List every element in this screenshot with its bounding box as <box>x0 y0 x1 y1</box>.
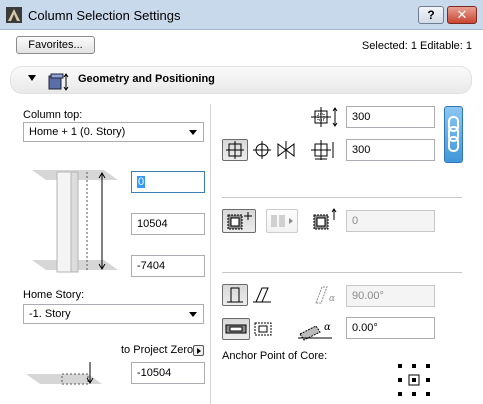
separator <box>222 272 462 273</box>
project-zero-diagram <box>26 362 102 385</box>
chevron-down-icon <box>189 130 197 135</box>
bottom-offset-input[interactable]: -7404 <box>131 255 205 277</box>
close-button[interactable]: ✕ <box>447 6 477 24</box>
veneer-thickness-icon <box>313 208 337 230</box>
veneer-core-icon <box>227 212 252 230</box>
width-dimension-icon <box>311 107 338 127</box>
app-logo-icon <box>6 7 22 23</box>
rectangular-section-button[interactable] <box>222 318 250 340</box>
slant-angle-icon: α <box>315 286 335 304</box>
rotation-angle-icon: α <box>298 322 332 341</box>
panel-divider <box>210 104 211 404</box>
top-offset-input[interactable]: 0 <box>131 171 205 193</box>
home-story-select[interactable]: -1. Story <box>23 304 204 324</box>
link-dimensions-button[interactable] <box>444 106 463 163</box>
column-elevation-diagram <box>32 170 118 273</box>
project-zero-input[interactable]: -10504 <box>131 362 205 384</box>
width-input[interactable]: 300 <box>346 106 435 128</box>
selection-info: Selected: 1 Editable: 1 <box>361 40 472 52</box>
home-story-label: Home Story: <box>23 289 85 301</box>
vertical-column-icon <box>227 287 243 303</box>
anchor-point-label: Anchor Point of Core: <box>222 350 328 362</box>
svg-text:α: α <box>329 294 335 304</box>
column-top-label: Column top: <box>23 109 83 121</box>
svg-text:α: α <box>324 322 331 333</box>
veneer-core-button[interactable] <box>222 209 256 233</box>
chevron-down-icon <box>189 312 197 317</box>
vertical-column-button[interactable] <box>222 284 248 306</box>
depth-dimension-icon <box>311 140 334 160</box>
project-zero-menu-button[interactable] <box>193 345 204 356</box>
anchor-point-grid[interactable] <box>396 362 432 398</box>
mirror-anchor-icon[interactable] <box>275 139 297 161</box>
rotation-angle-input[interactable]: 0.00° <box>346 317 435 339</box>
separator <box>222 197 462 198</box>
center-anchor-icon <box>226 141 244 159</box>
favorites-button[interactable]: Favorites... <box>16 36 95 54</box>
column-top-value: Home + 1 (0. Story) <box>29 126 126 138</box>
help-button[interactable]: ? <box>418 6 444 24</box>
slanted-column-icon[interactable] <box>251 284 273 306</box>
section-title: Geometry and Positioning <box>78 73 215 85</box>
slant-angle-input[interactable]: 90.00° <box>346 285 435 307</box>
to-project-zero-label: to Project Zero <box>121 344 194 356</box>
column-top-select[interactable]: Home + 1 (0. Story) <box>23 122 204 142</box>
veneer-type-icon <box>271 215 293 227</box>
geometry-panel-icon <box>48 73 69 91</box>
veneer-type-button[interactable] <box>266 209 298 233</box>
rectangular-section-icon <box>225 324 247 334</box>
circular-section-icon[interactable] <box>251 318 277 340</box>
depth-input[interactable]: 300 <box>346 139 435 161</box>
home-story-value: -1. Story <box>29 308 71 320</box>
collapse-arrow-icon[interactable] <box>28 75 36 81</box>
window-title: Column Selection Settings <box>28 8 181 23</box>
circle-anchor-icon[interactable] <box>251 139 273 161</box>
center-anchor-button[interactable] <box>222 139 248 161</box>
chain-link-icon <box>448 116 459 152</box>
height-input[interactable]: 10504 <box>131 213 205 235</box>
veneer-thickness-input[interactable]: 0 <box>346 210 435 232</box>
